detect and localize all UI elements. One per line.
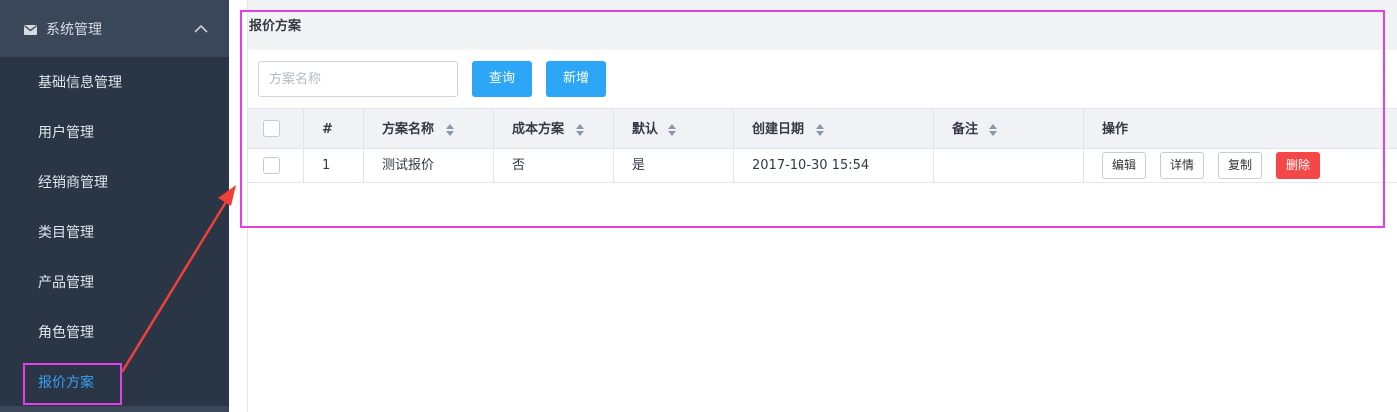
sidebar-item-products[interactable]: 产品管理 — [0, 258, 229, 308]
chevron-up-icon[interactable] — [194, 24, 208, 33]
sidebar-item-label: 经销商管理 — [38, 175, 108, 191]
sidebar-item-categories[interactable]: 类目管理 — [0, 208, 229, 258]
sidebar-item-label: 产品管理 — [38, 275, 94, 291]
app-root: 系统管理 基础信息管理 用户管理 经销商管理 类目管理 产品管理 角色管理 报价… — [0, 0, 1397, 412]
sidebar-bottom-divider — [0, 406, 229, 412]
sidebar: 系统管理 基础信息管理 用户管理 经销商管理 类目管理 产品管理 角色管理 报价… — [0, 0, 229, 412]
sidebar-item-users[interactable]: 用户管理 — [0, 108, 229, 158]
highlight-box-sidebar-item — [23, 363, 122, 405]
sidebar-item-label: 用户管理 — [38, 125, 94, 141]
sidebar-group-system-management[interactable]: 系统管理 — [0, 0, 229, 57]
sidebar-item-roles[interactable]: 角色管理 — [0, 308, 229, 358]
highlight-box-content — [240, 10, 1385, 228]
sidebar-item-dealers[interactable]: 经销商管理 — [0, 158, 229, 208]
sidebar-group-title: 系统管理 — [46, 22, 102, 38]
sidebar-item-label: 基础信息管理 — [38, 75, 122, 91]
sidebar-item-label: 角色管理 — [38, 325, 94, 341]
sidebar-item-basic-info[interactable]: 基础信息管理 — [0, 58, 229, 108]
sidebar-item-label: 类目管理 — [38, 225, 94, 241]
envelope-icon — [24, 25, 37, 35]
